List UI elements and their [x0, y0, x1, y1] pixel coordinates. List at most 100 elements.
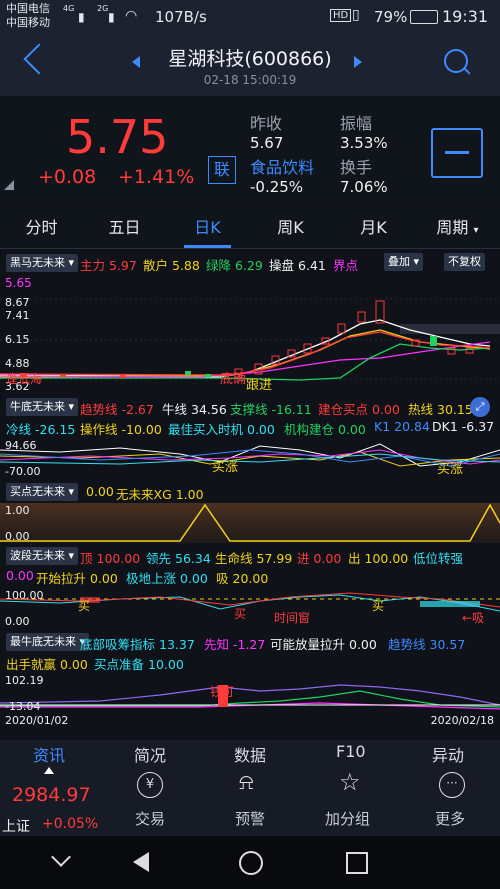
ind5-axis-bot: -13.04 — [5, 700, 41, 713]
price-change-pct: +1.41% — [118, 166, 195, 188]
ind4-smx: 生命线 57.99 — [215, 551, 293, 566]
action-bar: ¥ 交易 ⍾ 预警 ☆ 加分组 ··· 更多 — [113, 766, 497, 836]
tab-period[interactable]: 周期 ▾ — [415, 208, 500, 248]
carrier-2: 中国移动 — [6, 16, 50, 29]
more-icon[interactable]: ··· — [439, 772, 465, 798]
back-icon[interactable] — [23, 43, 55, 75]
kline-chart[interactable]: 5.65 8.67 7.41 6.15 4.88 3.62 逢低海 底确 跟进 — [0, 274, 500, 394]
ind4-legend: 波段无未来 ▾ 顶 100.00 领先 56.34 生命线 57.99 进 0.… — [0, 545, 500, 587]
tab-data[interactable]: 数据 — [234, 742, 266, 766]
star-icon[interactable]: ☆ — [339, 768, 361, 796]
minus-icon — [445, 151, 469, 154]
price-change: +0.08 — [38, 166, 97, 188]
ind5-kn: 可能放量拉升 0.00 — [270, 637, 377, 652]
ind2-axis-top: 94.66 — [5, 439, 37, 452]
sector-name[interactable]: 食品饮料 — [250, 154, 314, 178]
ind2-qsx: 趋势线 -2.67 — [80, 402, 154, 417]
turnover-value: 7.06% — [340, 178, 388, 196]
prev-close-label: 昨收 — [250, 114, 283, 133]
clock: 19:31 — [442, 7, 489, 26]
tab-period-label: 周期 — [436, 218, 469, 237]
tab-monthly-k[interactable]: 月K — [332, 208, 415, 248]
ind3-chart[interactable]: 1.00 0.00 — [0, 503, 500, 543]
quote-datetime: 02-18 15:00:19 — [203, 73, 297, 87]
tab-news[interactable]: 资讯 — [33, 742, 65, 766]
ind2-legend: 牛底无未来 ▾ 趋势线 -2.67 牛线 34.56 支撑线 -16.11 建仓… — [0, 396, 500, 437]
ind4-j: 进 0.00 — [297, 551, 342, 566]
index-value: 2984.97 — [12, 784, 91, 806]
ind5-mark: 钱可 — [210, 685, 235, 699]
amplitude-label: 振幅 — [340, 114, 373, 133]
mark-bdh: 逢低海 — [6, 372, 43, 386]
legend-jd: 界点 — [333, 258, 359, 273]
tab-daily-k[interactable]: 日K — [166, 208, 249, 248]
adjust-button[interactable]: 不复权 — [444, 253, 485, 271]
ind4-x: 吸 20.00 — [216, 571, 269, 586]
network-type: 4G — [63, 4, 75, 13]
ind2-zcx: 支撑线 -16.11 — [230, 402, 312, 417]
tab-profile[interactable]: 简况 — [134, 742, 166, 766]
ind3-select[interactable]: 买点无未来 ▾ — [6, 483, 79, 501]
ind3-svg — [0, 503, 500, 542]
tab-active-indicator — [184, 245, 231, 248]
ind3-axis-bot: 0.00 — [5, 530, 30, 543]
action-trade[interactable]: 交易 — [135, 808, 165, 829]
bottom-panel: 资讯 简况 数据 F10 异动 2984.97 上证 +0.05% ¥ 交易 ⍾… — [0, 740, 500, 836]
ind4-lx: 领先 56.34 — [146, 551, 211, 566]
nav-down-icon[interactable] — [51, 847, 71, 867]
status-bar: 中国电信 中国移动 4G 2G ▮ ▮ ◠ 107B/s HD ▯ 79% 19… — [0, 0, 500, 34]
battery-percent: 79% — [374, 8, 408, 26]
expand-up-icon[interactable] — [44, 767, 54, 774]
corner-icon — [4, 180, 14, 190]
ind4-dw: 低位转强 — [413, 551, 464, 566]
tab-intraday[interactable]: 分时 — [0, 208, 83, 248]
action-add-group[interactable]: 加分组 — [325, 808, 370, 829]
legend-lj: 绿降 6.29 — [206, 258, 263, 273]
signal-icon: ▮ — [78, 10, 85, 24]
trade-icon[interactable]: ¥ — [137, 772, 163, 798]
ind5-chart[interactable]: 102.19 -13.04 钱可 — [0, 673, 500, 713]
next-stock-icon[interactable] — [354, 56, 362, 68]
ind2-select[interactable]: 牛底无未来 ▾ — [6, 398, 79, 416]
turnover-label: 换手 — [340, 158, 373, 177]
link-button[interactable]: 联 — [208, 156, 236, 184]
quote-panel: 5.75 +0.08 +1.41% 联 昨收 5.67 食品饮料 -0.25% … — [0, 96, 500, 206]
remove-watchlist-button[interactable] — [431, 128, 483, 178]
tab-five-day[interactable]: 五日 — [83, 208, 166, 248]
ind4-axis-top: 100.00 — [5, 589, 44, 602]
ind5-select[interactable]: 最牛底无未来 ▾ — [6, 633, 90, 651]
ind4-mark-1: 买 — [78, 599, 91, 613]
action-alert[interactable]: 预警 — [235, 808, 265, 829]
legend-zl: 主力 5.97 — [80, 258, 137, 273]
nav-recent-icon[interactable] — [346, 852, 368, 874]
axis-price-4: 4.88 — [5, 357, 30, 370]
tab-movement[interactable]: 异动 — [432, 742, 464, 766]
overlay-button[interactable]: 叠加 ▾ — [384, 253, 424, 271]
ind4-chart[interactable]: 100.00 0.00 买 买 时间窗 买 ←吸 — [0, 587, 500, 629]
nav-back-icon[interactable] — [133, 852, 149, 872]
ind2-chart[interactable]: 94.66 -70.00 买涨 买涨 — [0, 436, 500, 480]
nav-home-icon[interactable] — [239, 851, 263, 875]
ind4-svg — [0, 592, 500, 612]
ind4-mark-3: 时间窗 — [274, 611, 311, 625]
main-indicator-select[interactable]: 黑马无未来 ▾ — [6, 254, 79, 272]
prev-stock-icon[interactable] — [132, 56, 140, 68]
tab-weekly-k[interactable]: 周K — [249, 208, 332, 248]
ind3-legend: 买点无未来 ▾ 0.00 无未来XG 1.00 — [0, 481, 500, 503]
expand-icon[interactable]: ⤢ — [470, 397, 490, 417]
ind5-xz: 先知 -1.27 — [204, 637, 266, 652]
ind4-d: 顶 100.00 — [80, 551, 141, 566]
ind2-rx: 热线 30.15 — [408, 402, 473, 417]
ind3-v1: 0.00 — [86, 484, 114, 499]
amplitude-value: 3.53% — [340, 134, 388, 152]
tab-f10[interactable]: F10 — [336, 742, 366, 761]
bell-icon[interactable]: ⍾ — [239, 770, 254, 795]
ind2-mark-1: 买涨 — [212, 460, 239, 475]
ind2-nx: 牛线 34.56 — [162, 402, 227, 417]
ind2-jc: 建仓买点 0.00 — [318, 402, 400, 417]
ind4-select[interactable]: 波段无未来 ▾ — [6, 547, 79, 565]
action-more[interactable]: 更多 — [435, 808, 465, 829]
index-pct: +0.05% — [42, 816, 99, 832]
ind4-ks: 开始拉升 0.00 — [36, 571, 118, 586]
ind5-dbx: 底部吸筹指标 13.37 — [80, 637, 195, 652]
